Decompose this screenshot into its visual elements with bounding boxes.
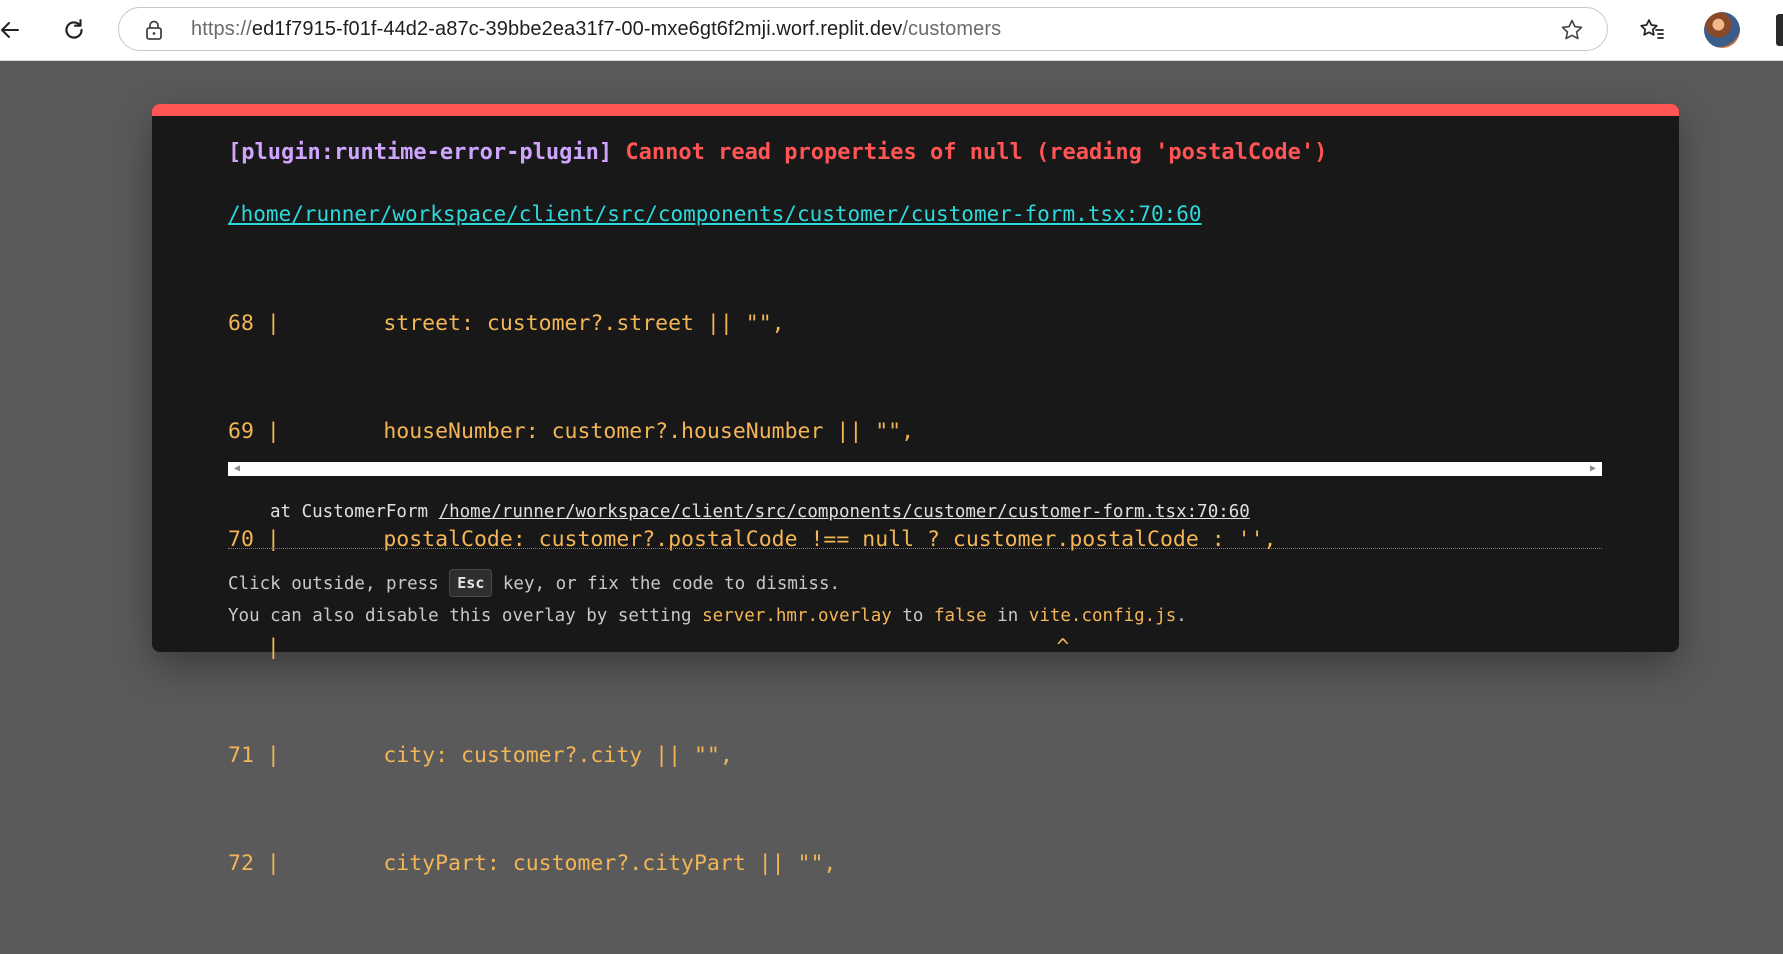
stack-prefix: at CustomerForm xyxy=(270,502,439,522)
stack-file-link[interactable]: /home/runner/workspace/client/src/compon… xyxy=(439,502,1250,522)
tip-text: Click outside, press xyxy=(228,574,450,594)
url-host: ed1f7915-f01f-44d2-a87c-39bbe2ea31f7-00-… xyxy=(251,18,903,40)
dismiss-tip: Click outside, press Esc key, or fix the… xyxy=(228,569,841,598)
star-icon[interactable] xyxy=(1559,17,1585,43)
stack-trace: at CustomerForm /home/runner/workspace/c… xyxy=(270,502,1250,522)
reload-icon[interactable] xyxy=(58,14,90,46)
back-arrow-icon[interactable] xyxy=(0,14,26,46)
divider xyxy=(228,548,1602,549)
error-message: [plugin:runtime-error-plugin] Cannot rea… xyxy=(228,140,1327,165)
browser-toolbar: https://ed1f7915-f01f-44d2-a87c-39bbe2ea… xyxy=(0,0,1783,61)
tip-text: to xyxy=(891,606,934,626)
horizontal-scrollbar[interactable]: ◀ ▶ xyxy=(228,462,1602,476)
avatar[interactable] xyxy=(1704,12,1740,48)
lock-icon[interactable] xyxy=(143,18,165,42)
code-line: 72 | cityPart: customer?.cityPart || "", xyxy=(228,851,837,876)
tip-text: You can also disable this overlay by set… xyxy=(228,606,703,626)
toolbar-edge xyxy=(1776,14,1783,46)
config-tip: You can also disable this overlay by set… xyxy=(228,606,1187,626)
scroll-right-icon[interactable]: ▶ xyxy=(1590,463,1596,475)
url-text[interactable]: https://ed1f7915-f01f-44d2-a87c-39bbe2ea… xyxy=(191,18,1001,41)
code-line: 68 | street: customer?.street || "", xyxy=(228,311,785,336)
code-line: 69 | houseNumber: customer?.houseNumber … xyxy=(228,419,915,444)
tip-text: in xyxy=(986,606,1029,626)
tip-text: key, or fix the code to dismiss. xyxy=(492,574,841,594)
favorites-icon[interactable] xyxy=(1636,14,1668,46)
error-overlay: [plugin:runtime-error-plugin] Cannot rea… xyxy=(152,104,1679,876)
address-bar[interactable]: https://ed1f7915-f01f-44d2-a87c-39bbe2ea… xyxy=(118,7,1608,51)
error-text: Cannot read properties of null (reading … xyxy=(625,140,1328,165)
url-scheme: https:// xyxy=(191,18,252,40)
url-path: /customers xyxy=(902,18,1002,40)
scroll-left-icon[interactable]: ◀ xyxy=(234,463,240,475)
error-file-link[interactable]: /home/runner/workspace/client/src/compon… xyxy=(228,202,1202,226)
tip-text: . xyxy=(1176,606,1187,626)
code-line: 71 | city: customer?.city || "", xyxy=(228,743,733,768)
esc-key: Esc xyxy=(449,569,493,597)
config-value: false xyxy=(933,606,987,626)
code-line: 70 | postalCode: customer?.postalCode !=… xyxy=(228,527,1277,552)
config-file: vite.config.js xyxy=(1028,606,1177,626)
code-line-caret: | ^ xyxy=(228,635,1070,660)
plugin-name: [plugin:runtime-error-plugin] xyxy=(228,140,613,165)
config-option: server.hmr.overlay xyxy=(702,606,892,626)
